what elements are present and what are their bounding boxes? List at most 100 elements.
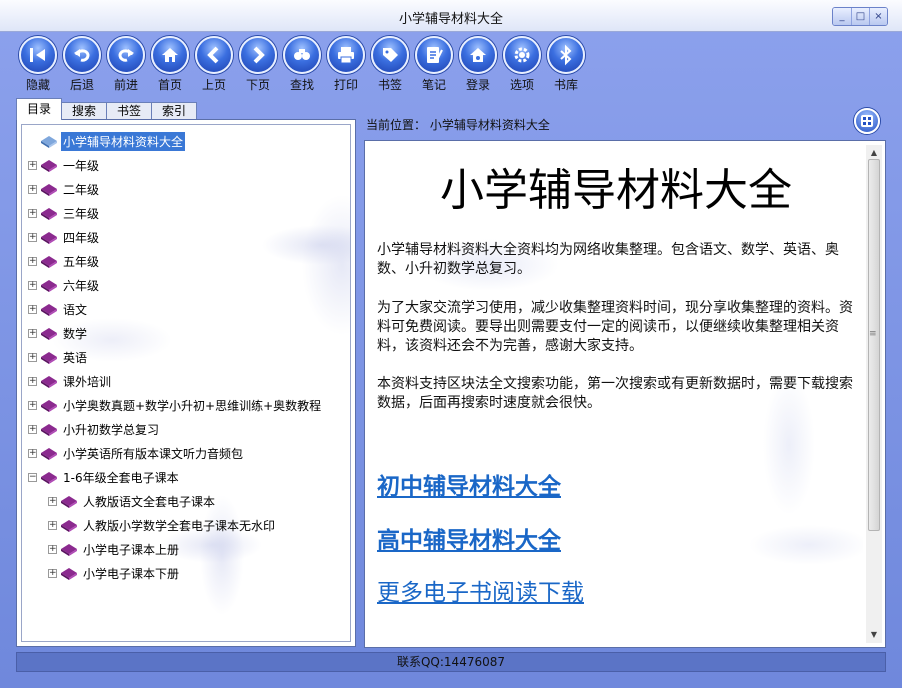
toolbar-label: 书签 [377, 78, 402, 92]
tree-item-label: 语文 [63, 302, 88, 317]
prev-page-icon [195, 36, 233, 74]
tab-bookmarks[interactable]: 书签 [106, 102, 153, 120]
vertical-scrollbar[interactable]: ▲ ≡ ▼ [866, 145, 882, 643]
expand-icon[interactable]: + [48, 496, 57, 506]
content-panel: 小学辅导材料大全 小学辅导材料资料大全资料均为网络收集整理。包含语文、数学、英语… [364, 140, 886, 648]
login-icon [459, 36, 497, 74]
prev-page-button[interactable]: 上页 [192, 36, 236, 93]
tree-root[interactable]: 小学辅导材料资料大全 [28, 129, 350, 153]
book-icon [41, 328, 57, 340]
close-button[interactable]: × [869, 8, 887, 25]
hide-button[interactable]: 隐藏 [16, 36, 60, 93]
tree-item-expanded[interactable]: − 1-6年级全套电子课本 [28, 465, 350, 489]
tab-index[interactable]: 索引 [151, 102, 198, 120]
toolbar-label: 选项 [509, 78, 534, 92]
tree-item-label: 小学电子课本上册 [83, 542, 180, 557]
tree-list: 小学辅导材料资料大全 + 一年级 + 二年级 + 三年级 + 四年级 + 五年级 + 六年级 + 语文 + 数学… [28, 129, 350, 585]
print-button[interactable]: 打印 [324, 36, 368, 93]
tab-search[interactable]: 搜索 [61, 102, 108, 120]
hide-icon [19, 36, 57, 74]
tree-item[interactable]: + 语文 [28, 297, 350, 321]
note-button[interactable]: 笔记 [412, 36, 456, 93]
scroll-grip-icon: ≡ [869, 329, 877, 339]
home-icon [151, 36, 189, 74]
expand-icon[interactable]: + [28, 280, 37, 290]
expand-icon[interactable]: + [48, 544, 57, 554]
tree-item[interactable]: + 英语 [28, 345, 350, 369]
find-icon [283, 36, 321, 74]
book-icon [41, 424, 57, 436]
next-page-button[interactable]: 下页 [236, 36, 280, 93]
tree-item[interactable]: + 数学 [28, 321, 350, 345]
expand-icon[interactable]: + [28, 424, 37, 434]
next-page-icon [239, 36, 277, 74]
tab-contents[interactable]: 目录 [16, 98, 63, 120]
tree-item-label: 一年级 [63, 158, 100, 173]
window-title: 小学辅导材料大全 [398, 12, 503, 27]
expand-icon[interactable]: + [28, 160, 37, 170]
book-icon [41, 208, 57, 220]
tree-item[interactable]: + 小学英语所有版本课文听力音频包 [28, 441, 350, 465]
home-button[interactable]: 首页 [148, 36, 192, 93]
scroll-thumb[interactable] [868, 159, 880, 531]
book-icon [41, 304, 57, 316]
tree-item[interactable]: + 二年级 [28, 177, 350, 201]
book-icon [41, 184, 57, 196]
senior-high-link[interactable]: 高中辅导材料大全 [377, 521, 561, 555]
bookmark-button[interactable]: 书签 [368, 36, 412, 93]
expand-icon[interactable]: + [28, 304, 37, 314]
tree-item[interactable]: + 六年级 [28, 273, 350, 297]
tree-item[interactable]: + 三年级 [28, 201, 350, 225]
page-nav-icon[interactable] [854, 108, 880, 134]
document-view: 小学辅导材料大全 小学辅导材料资料大全资料均为网络收集整理。包含语文、数学、英语… [369, 145, 863, 643]
tree-item[interactable]: + 课外培训 [28, 369, 350, 393]
tree-item-label: 小学电子课本下册 [83, 566, 180, 581]
expand-icon[interactable]: + [48, 520, 57, 530]
find-button[interactable]: 查找 [280, 36, 324, 93]
minimize-button[interactable]: _ [833, 8, 851, 25]
book-icon [41, 448, 57, 460]
search-paragraph: 本资料支持区块法全文搜索功能，第一次搜索或有更新数据时，需要下载搜索数据，后面再… [377, 376, 853, 411]
junior-high-link[interactable]: 初中辅导材料大全 [377, 467, 561, 501]
expand-icon[interactable]: + [28, 376, 37, 386]
tree-item-label: 数学 [63, 326, 88, 341]
toolbar-label: 登录 [465, 78, 490, 92]
expand-icon[interactable]: + [28, 448, 37, 458]
tree-item[interactable]: + 一年级 [28, 153, 350, 177]
expand-icon[interactable]: + [48, 568, 57, 578]
forward-icon [107, 36, 145, 74]
tree-item-label: 小学辅导材料资料大全 [61, 131, 186, 151]
tree-child-item[interactable]: + 小学电子课本下册 [28, 561, 350, 585]
toolbar-label: 隐藏 [25, 78, 50, 92]
expand-icon[interactable]: + [28, 256, 37, 266]
tree-item[interactable]: + 四年级 [28, 225, 350, 249]
main-frame: 隐藏 后退 前进 首页 上页 下页 查找 打印 书签 笔记 登录 选项 书库 目录 搜索 书签 索引 小… [0, 32, 902, 688]
tree-child-item[interactable]: + 人教版语文全套电子课本 [28, 489, 350, 513]
toolbar-label: 下页 [245, 78, 270, 92]
collapse-icon[interactable]: − [28, 472, 37, 482]
forward-button[interactable]: 前进 [104, 36, 148, 93]
tree-item[interactable]: + 小学奥数真题+数学小升初+思维训练+奥数教程 [28, 393, 350, 417]
title-bar: 小学辅导材料大全 _ □ × [0, 0, 902, 32]
tree-item-label: 四年级 [63, 230, 100, 245]
expand-icon[interactable]: + [28, 400, 37, 410]
tree-child-item[interactable]: + 小学电子课本上册 [28, 537, 350, 561]
expand-icon[interactable]: + [28, 232, 37, 242]
scroll-down-icon[interactable]: ▼ [866, 627, 882, 643]
login-button[interactable]: 登录 [456, 36, 500, 93]
library-button[interactable]: 书库 [544, 36, 588, 93]
back-button[interactable]: 后退 [60, 36, 104, 93]
expand-icon[interactable]: + [28, 352, 37, 362]
expand-icon[interactable]: + [28, 208, 37, 218]
expand-icon[interactable]: + [28, 184, 37, 194]
maximize-button[interactable]: □ [851, 8, 869, 25]
tree-item[interactable]: + 小升初数学总复习 [28, 417, 350, 441]
tree-item[interactable]: + 五年级 [28, 249, 350, 273]
tree-child-item[interactable]: + 人教版小学数学全套电子课本无水印 [28, 513, 350, 537]
expand-icon[interactable]: + [28, 328, 37, 338]
options-button[interactable]: 选项 [500, 36, 544, 93]
more-ebooks-link[interactable]: 更多电子书阅读下载 [377, 573, 584, 607]
tree-view[interactable]: 小学辅导材料资料大全 + 一年级 + 二年级 + 三年级 + 四年级 + 五年级 + 六年级 + 语文 + 数学… [21, 124, 351, 642]
usage-paragraph: 为了大家交流学习使用，减少收集整理资料时间，现分享收集整理的资料。资料可免费阅读… [377, 300, 853, 354]
book-icon [41, 400, 57, 412]
